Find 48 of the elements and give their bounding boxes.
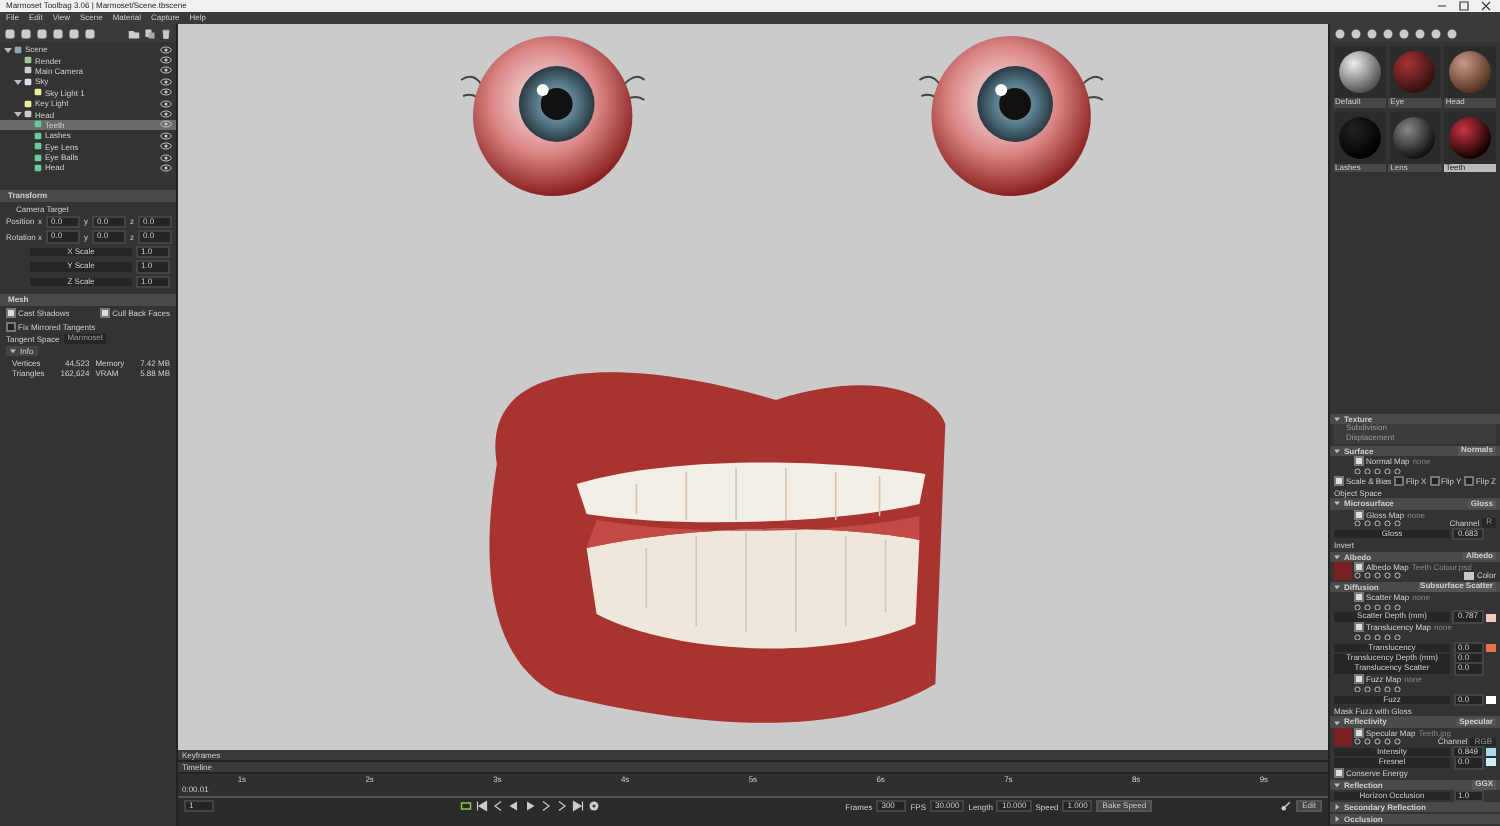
visibility-icon[interactable] <box>160 142 172 151</box>
material-sphere <box>1392 115 1437 159</box>
expand-arrow-icon[interactable] <box>10 348 16 355</box>
viewport[interactable] <box>178 24 1328 750</box>
visibility-icon[interactable] <box>160 153 172 162</box>
expand-arrow-icon[interactable] <box>1334 782 1340 789</box>
visibility-icon[interactable] <box>160 56 172 65</box>
key-icon[interactable] <box>1280 800 1293 812</box>
expand-arrow-icon[interactable] <box>1334 553 1340 560</box>
color-swatch[interactable] <box>1486 748 1496 757</box>
skip-start-icon[interactable] <box>475 800 488 812</box>
visibility-icon[interactable] <box>160 88 172 97</box>
expand-arrow-icon[interactable] <box>4 45 12 54</box>
color-swatch[interactable] <box>1486 758 1496 767</box>
color-swatch[interactable] <box>1463 571 1474 580</box>
expand-arrow-icon[interactable] <box>1334 584 1340 591</box>
material-sphere <box>1392 50 1437 94</box>
trash-icon[interactable] <box>160 27 172 39</box>
visibility-icon[interactable] <box>160 77 172 86</box>
color-swatch[interactable] <box>1486 613 1496 622</box>
expand-arrow-icon[interactable] <box>14 77 22 86</box>
expand-arrow-icon[interactable] <box>1334 500 1340 507</box>
window-controls-icon[interactable] <box>1434 0 1494 12</box>
visibility-icon[interactable] <box>160 120 172 129</box>
expand-arrow-icon[interactable] <box>14 110 22 119</box>
material-sphere <box>1448 50 1493 94</box>
visibility-icon[interactable] <box>160 110 172 119</box>
material-sphere <box>1448 115 1493 159</box>
material-sphere <box>1337 50 1382 94</box>
material-sphere <box>1337 115 1382 159</box>
visibility-icon[interactable] <box>160 163 172 172</box>
skip-end-icon[interactable] <box>571 800 584 812</box>
copy-icon[interactable] <box>144 27 156 39</box>
visibility-icon[interactable] <box>160 45 172 54</box>
visibility-icon[interactable] <box>160 99 172 108</box>
visibility-icon[interactable] <box>160 131 172 140</box>
expand-arrow-icon[interactable] <box>1334 719 1340 725</box>
loop-icon[interactable] <box>459 800 472 812</box>
forward-icon[interactable] <box>555 800 568 812</box>
step-forward-icon[interactable] <box>539 800 552 812</box>
visibility-icon[interactable] <box>160 66 172 75</box>
step-back-icon[interactable] <box>491 800 504 812</box>
expand-arrow-icon[interactable] <box>1334 448 1340 455</box>
expand-arrow-icon[interactable] <box>1334 415 1340 422</box>
color-swatch[interactable] <box>1486 643 1496 652</box>
color-swatch[interactable] <box>1486 695 1496 704</box>
settings-icon[interactable] <box>587 800 600 812</box>
texture-thumbnail[interactable] <box>1334 562 1352 581</box>
